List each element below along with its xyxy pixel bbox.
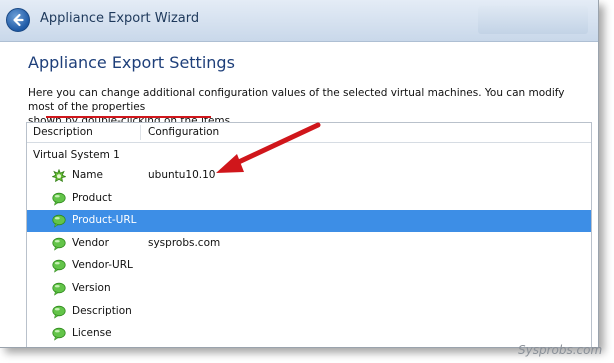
watermark: Sysprobs.com (518, 343, 603, 357)
annotation-arrow (216, 122, 321, 173)
wizard-window: Appliance Export Wizard Appliance Export… (0, 0, 599, 348)
